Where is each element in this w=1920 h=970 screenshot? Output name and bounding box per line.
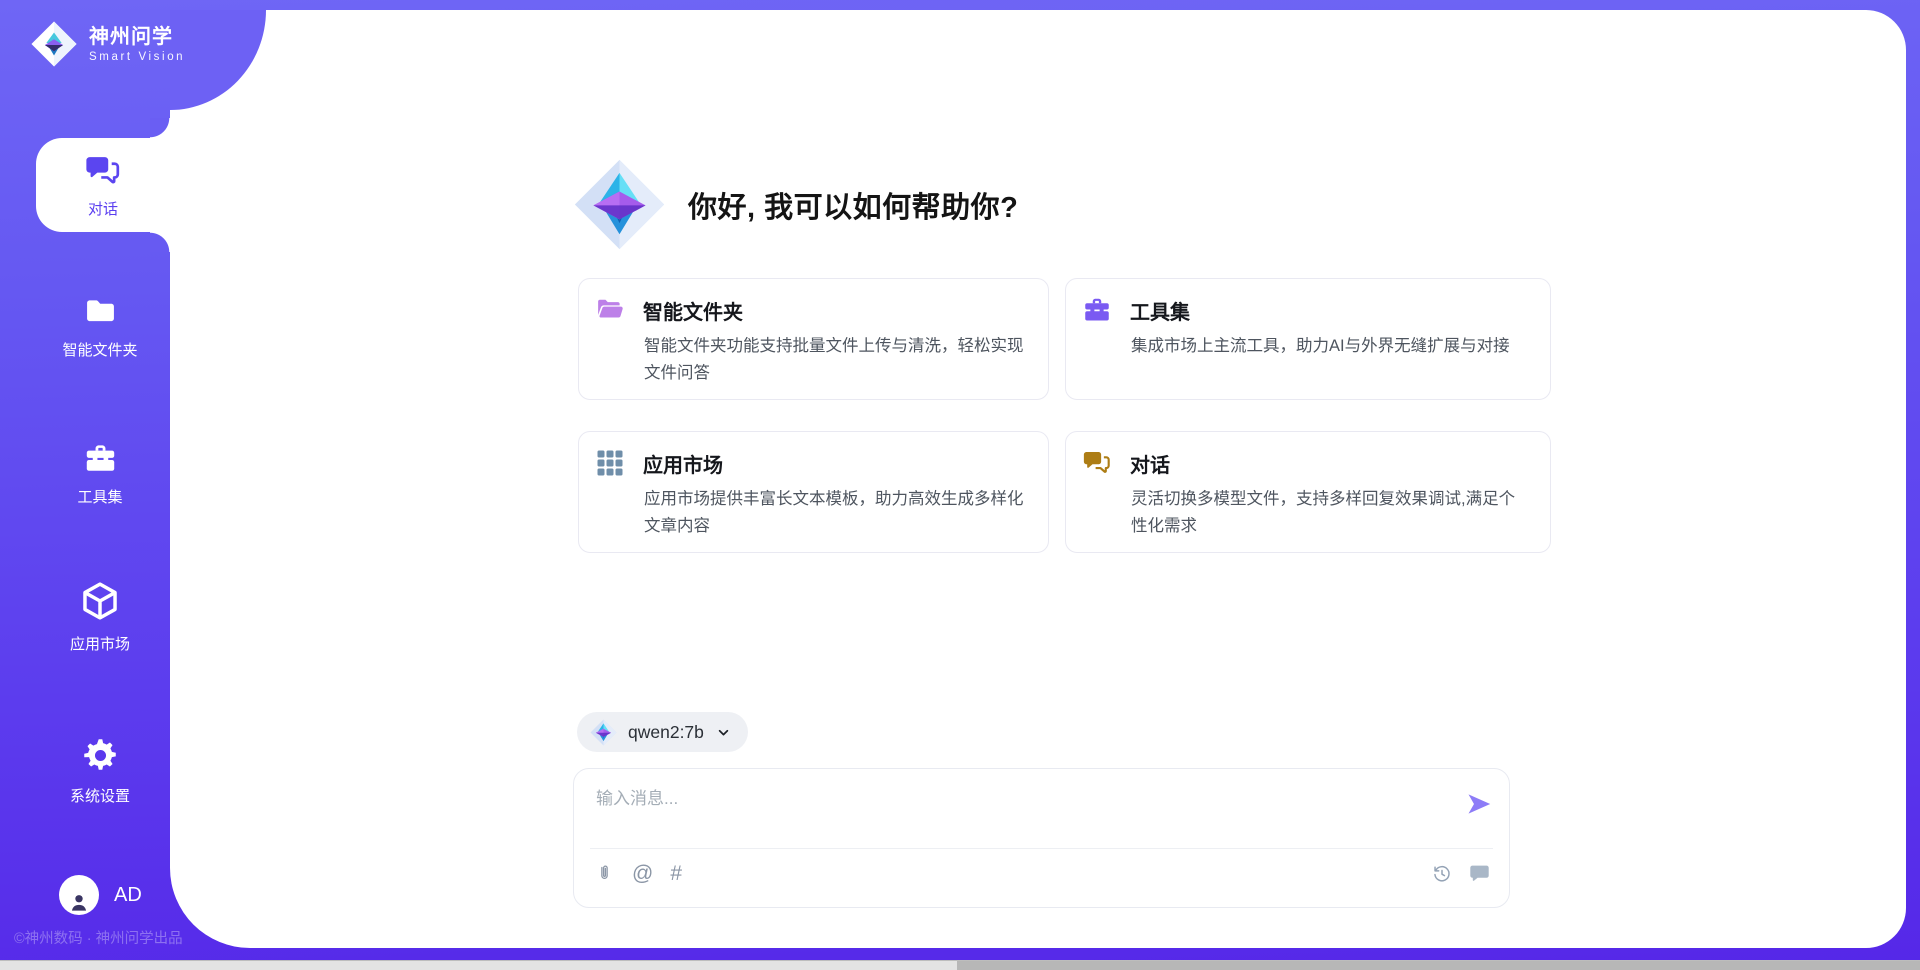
horizontal-scrollbar[interactable] [0,960,1920,970]
app-root: 神州问学 Smart Vision 对话 智能文件夹 工具集 应用市场 系统设置… [0,0,1920,970]
user-name: AD [114,884,142,907]
card-description: 应用市场提供丰富长文本模板，助力高效生成多样化文章内容 [644,486,1030,540]
chat-icon [1082,448,1112,478]
sidebar-item-settings[interactable]: 系统设置 [30,736,170,806]
card-title: 对话 [1130,449,1170,478]
card-title: 智能文件夹 [643,296,743,325]
copyright-text: ©神州数码 · 神州问学出品 [14,927,183,948]
message-composer: @ # [573,768,1510,908]
brand-title: 神州问学 [89,25,185,49]
sidebar-item-label: 智能文件夹 [62,339,137,360]
model-selector[interactable]: qwen2:7b [577,712,748,752]
brand-logo: 神州问学 Smart Vision [30,20,185,68]
composer-tools-left: @ # [594,863,682,884]
card-app-market[interactable]: 应用市场 应用市场提供丰富长文本模板，助力高效生成多样化文章内容 [578,431,1049,553]
diamond-logo-icon [590,719,617,746]
chat-bubble-icon[interactable] [1468,862,1491,885]
gear-icon [81,736,120,775]
chat-icon [84,152,122,190]
folder-icon [83,294,118,329]
card-description: 灵活切换多模型文件，支持多样回复效果调试,满足个性化需求 [1131,486,1523,540]
card-description: 集成市场上主流工具，助力AI与外界无缝扩展与对接 [1131,333,1523,360]
chevron-down-icon [715,724,732,741]
active-tab-flare-top [150,118,170,138]
card-title: 应用市场 [643,449,723,478]
grid-icon [595,448,625,478]
cube-icon [78,579,122,623]
history-icon[interactable] [1431,863,1453,885]
active-tab-flare-bottom [150,232,170,252]
card-chat[interactable]: 对话 灵活切换多模型文件，支持多样回复效果调试,满足个性化需求 [1065,431,1551,553]
hash-icon[interactable]: # [670,863,682,884]
sidebar-item-toolset[interactable]: 工具集 [30,441,170,507]
at-icon[interactable]: @ [632,863,653,884]
sidebar-item-chat[interactable]: 对话 [36,138,170,232]
sidebar-item-app-market[interactable]: 应用市场 [30,579,170,654]
composer-tools-right [1431,862,1491,885]
avatar [59,875,99,915]
folder-open-icon [595,295,625,325]
person-icon [66,889,92,915]
greeting-hero: 你好, 我可以如何帮助你? [573,158,1018,251]
attach-file-button[interactable] [594,863,615,884]
card-smart-folder[interactable]: 智能文件夹 智能文件夹功能支持批量文件上传与清洗，轻松实现文件问答 [578,278,1049,400]
message-input[interactable] [594,782,1418,844]
card-title: 工具集 [1130,296,1190,325]
card-description: 智能文件夹功能支持批量文件上传与清洗，轻松实现文件问答 [644,333,1030,387]
model-name: qwen2:7b [628,722,704,743]
paperclip-icon [594,863,615,884]
sidebar-item-label: 工具集 [77,486,122,507]
composer-divider [590,848,1493,849]
card-toolset[interactable]: 工具集 集成市场上主流工具，助力AI与外界无缝扩展与对接 [1065,278,1551,400]
scrollbar-thumb[interactable] [957,961,1920,970]
sidebar-item-label: 对话 [88,198,118,219]
sidebar-item-smart-folder[interactable]: 智能文件夹 [30,294,170,360]
sidebar-item-label: 应用市场 [70,633,130,654]
send-icon[interactable] [1465,790,1493,818]
toolbox-icon [83,441,118,476]
user-profile[interactable]: AD [59,875,142,915]
feature-cards: 智能文件夹 智能文件夹功能支持批量文件上传与清洗，轻松实现文件问答 工具集 集成… [578,278,1551,553]
diamond-logo-icon [573,158,666,251]
greeting-text: 你好, 我可以如何帮助你? [688,184,1018,226]
toolbox-icon [1082,295,1112,325]
diamond-logo-icon [30,20,78,68]
brand-subtitle: Smart Vision [89,51,185,63]
sidebar-item-label: 系统设置 [70,785,130,806]
